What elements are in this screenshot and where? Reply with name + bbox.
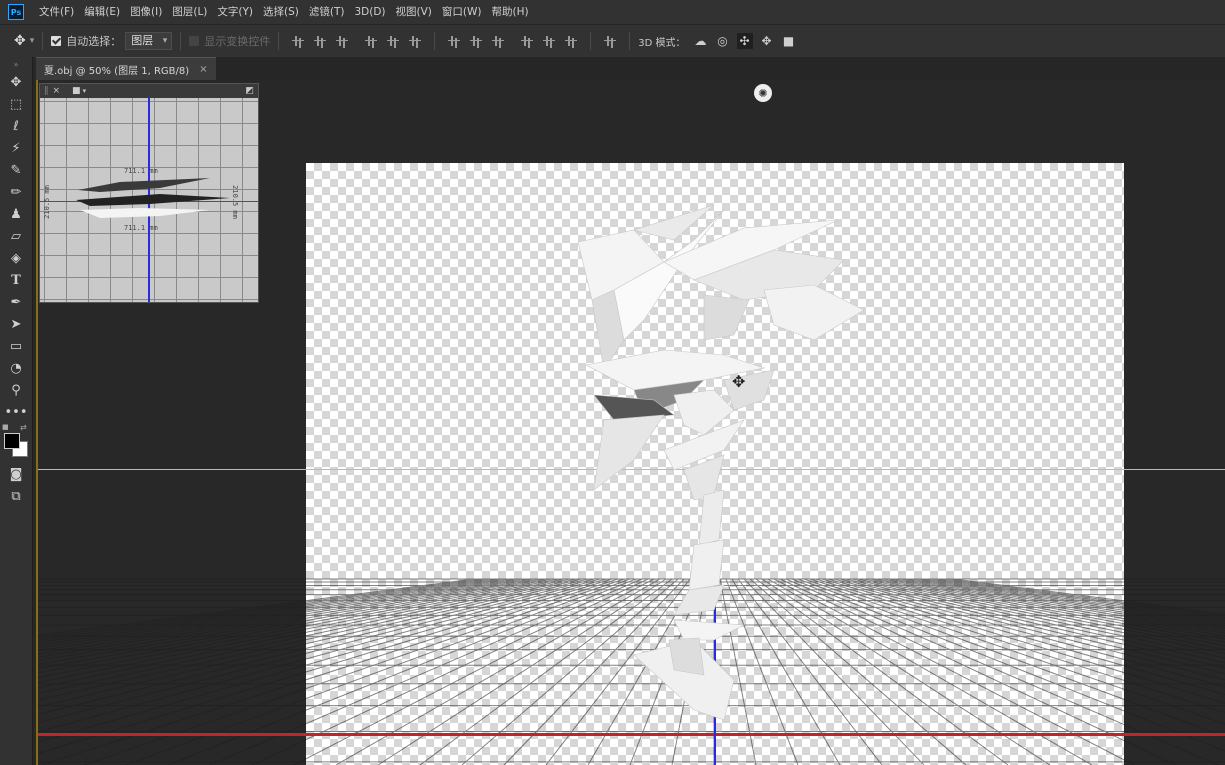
measure-right-label: 210.5 mm [230,185,239,219]
camera-icon[interactable]: ■ [72,86,81,96]
checkbox-icon [51,36,62,46]
distribute-top-icon[interactable] [448,35,461,47]
move-icon[interactable]: ✥ [0,71,32,93]
paint-bucket-icon[interactable]: ◈ [0,247,32,269]
default-colors-icon[interactable]: ■ [2,423,9,431]
menu-layer[interactable]: 图层(L) [167,0,212,24]
secondary-view-header: ∥ × ■ ▾ ◩ [40,84,258,98]
brush-icon[interactable]: ✏ [0,181,32,203]
path-select-icon[interactable]: ➤ [0,313,32,335]
marquee-icon[interactable]: ⬚ [0,93,32,115]
eyedropper-icon[interactable]: ✎ [0,159,32,181]
eraser-icon[interactable]: ▱ [0,225,32,247]
more-icon[interactable]: ••• [0,401,32,423]
foreground-color-swatch[interactable] [4,433,20,449]
auto-select-checkbox[interactable]: 自动选择： [51,33,121,49]
divider [42,32,44,50]
lasso-icon[interactable]: ℓ [0,115,32,137]
light-source-icon[interactable]: ✺ [754,84,772,102]
shape-icon[interactable]: ▭ [0,335,32,357]
align-bottom-icon[interactable] [336,35,349,47]
stamp-icon[interactable]: ♟ [0,203,32,225]
top-view-model [76,178,230,218]
3d-pan-icon[interactable]: ✣ [736,33,753,49]
auto-select-dropdown[interactable]: 图层 [125,32,173,50]
align-top-icon[interactable] [292,35,305,47]
zoom-icon[interactable]: ⚲ [0,379,32,401]
measure-top-label: 711.1 mm [124,167,158,175]
align-vcenter-icon[interactable] [314,35,327,47]
align-right-icon[interactable] [409,35,422,47]
auto-select-label: 自动选择： [66,35,122,48]
3d-model[interactable] [574,200,904,740]
auto-align-icon[interactable] [604,35,617,47]
divider [590,32,592,50]
move-tool-preset[interactable]: ✥ ▾ [14,33,34,49]
divider [434,32,436,50]
3d-mode-label: 3D 模式： [638,37,686,49]
divider [180,32,182,50]
close-view-icon[interactable]: × [53,86,61,96]
menu-window[interactable]: 窗口(W) [437,0,487,24]
menu-help[interactable]: 帮助(H) [487,0,534,24]
3d-slide-icon[interactable]: ✥ [759,33,775,49]
color-swatches: ⇄ ■ [0,423,32,463]
3d-roll-icon[interactable]: ◎ [715,33,731,49]
3d-rotate-icon[interactable]: ◔ [0,357,32,379]
menu-bar: Ps 文件(F) 编辑(E) 图像(I) 图层(L) 文字(Y) 选择(S) 滤… [0,0,1225,24]
distribute-right-icon[interactable] [565,35,578,47]
type-icon[interactable]: T [0,269,32,291]
menu-image[interactable]: 图像(I) [125,0,167,24]
measure-bottom-label: 711.1 mm [124,224,158,232]
align-buttons [287,35,426,47]
distribute-buttons [443,35,582,47]
divider [629,32,631,50]
3d-scale-camera-icon[interactable]: ■ [781,33,797,49]
options-bar: ✥ ▾ 自动选择： 图层 显示变换控件 3D 模式： ☁ ◎ ✣ ✥ ■ [0,24,1225,58]
panel-grip-icon: ∥ [44,86,49,96]
align-left-icon[interactable] [365,35,378,47]
move-cursor-icon: ✥ [732,372,746,391]
menu-file[interactable]: 文件(F) [34,0,79,24]
tools-panel: » ✥ ⬚ ℓ ⚡ ✎ ✏ ♟ ▱ ◈ T ✒ ➤ ▭ ◔ ⚲ ••• ⇄ ■ … [0,57,33,765]
menu-view[interactable]: 视图(V) [391,0,437,24]
canvas-workspace[interactable]: ✥ ✺ ∥ × ■ ▾ ◩ 711.1 mm 711.1 mm 210.5 mm… [36,80,1225,765]
magic-wand-icon[interactable]: ⚡ [0,137,32,159]
distribute-left-icon[interactable] [521,35,534,47]
secondary-view-canvas: 711.1 mm 711.1 mm 210.5 mm 210.5 mm [40,98,258,302]
swap-view-icon[interactable]: ◩ [245,86,254,96]
document-title: 夏.obj @ 50% (图层 1, RGB/8) [44,65,190,77]
pen-icon[interactable]: ✒ [0,291,32,313]
menu-select[interactable]: 选择(S) [258,0,304,24]
quick-mask-icon[interactable]: ◙ [0,463,32,485]
chevron-down-icon[interactable]: ▾ [83,87,87,95]
collapse-icon[interactable]: » [0,57,32,71]
show-transform-label: 显示变换控件 [204,35,271,48]
photoshop-logo: Ps [8,4,24,20]
show-transform-checkbox[interactable]: 显示变换控件 [189,33,270,49]
distribute-vcenter-icon[interactable] [470,35,483,47]
close-tab-icon[interactable]: × [199,64,207,75]
document-tab[interactable]: 夏.obj @ 50% (图层 1, RGB/8) × [36,57,216,80]
chevron-down-icon: ▾ [29,36,35,46]
3d-orbit-icon[interactable]: ☁ [693,33,709,49]
document-tab-bar: 夏.obj @ 50% (图层 1, RGB/8) × [36,57,1225,80]
distribute-bottom-icon[interactable] [492,35,505,47]
menu-filter[interactable]: 滤镜(T) [304,0,350,24]
distribute-hcenter-icon[interactable] [543,35,556,47]
divider [278,32,280,50]
screen-mode-icon[interactable]: ⧉ [0,485,32,507]
move-icon: ✥ [14,33,26,49]
align-hcenter-icon[interactable] [387,35,400,47]
menu-type[interactable]: 文字(Y) [212,0,258,24]
measure-left-label: 210.5 mm [42,185,51,219]
secondary-3d-view[interactable]: ∥ × ■ ▾ ◩ 711.1 mm 711.1 mm 210.5 mm 210… [39,83,259,303]
menu-3d[interactable]: 3D(D) [349,0,390,24]
checkbox-icon [189,36,200,46]
menu-edit[interactable]: 编辑(E) [79,0,125,24]
swap-colors-icon[interactable]: ⇄ [20,423,27,432]
